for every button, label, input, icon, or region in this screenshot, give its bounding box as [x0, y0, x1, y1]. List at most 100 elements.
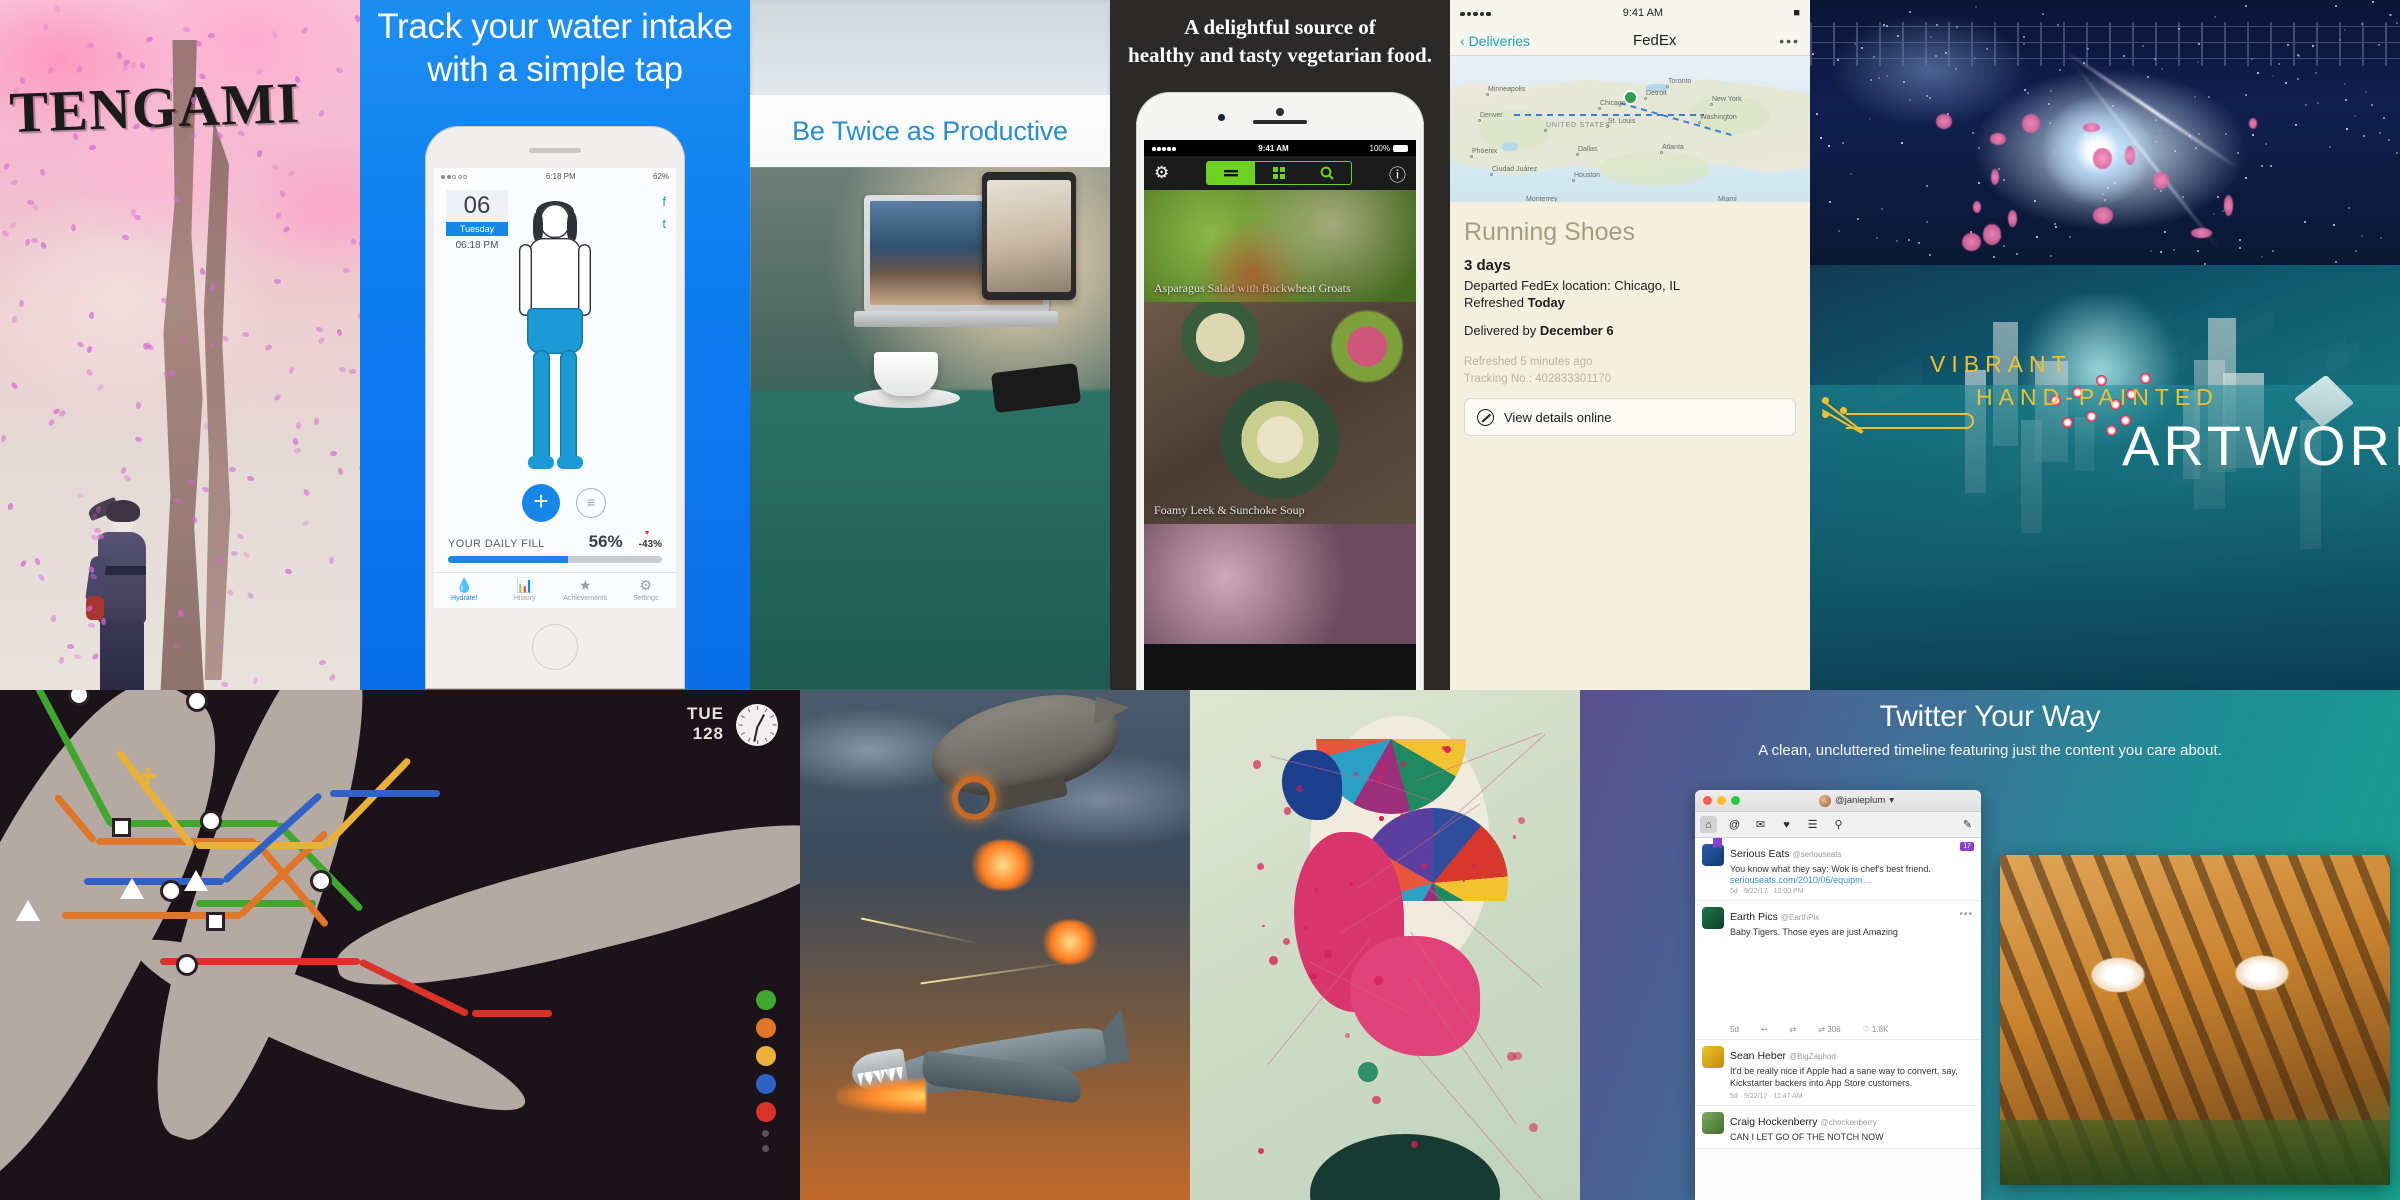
metro-station-circle[interactable] [176, 954, 198, 976]
list-view-icon[interactable] [1207, 162, 1255, 184]
recipe-card[interactable]: Foamy Leek & Sunchoke Soup [1144, 302, 1416, 524]
home-button[interactable] [532, 624, 578, 670]
figure-arm-left [519, 244, 532, 316]
grid-view-icon[interactable] [1255, 162, 1303, 184]
home-icon[interactable]: ⌂ [1700, 816, 1717, 833]
water-headline-line1: Track your water intake [360, 6, 750, 49]
lists-icon[interactable]: ☰ [1804, 816, 1821, 833]
add-water-button[interactable]: + [522, 484, 560, 522]
tablet [982, 172, 1076, 300]
metro-station-square[interactable] [112, 818, 131, 837]
panel-transistor-artwork: VIBRANT HAND-PAINTED ARTWORK [1810, 265, 2400, 690]
search-icon[interactable] [1303, 162, 1351, 184]
metro-station-tri[interactable] [184, 870, 208, 891]
metro-station-tri[interactable] [16, 900, 40, 921]
traffic-lights[interactable] [1703, 796, 1740, 805]
tab-settings[interactable]: ⚙ Settings [616, 573, 677, 608]
tab-history[interactable]: 📊 History [495, 573, 556, 608]
refresh-meta: Refreshed 5 minutes ago Tracking No.: 40… [1464, 354, 1796, 387]
app-toolbar: ⚙ ⓘ [1144, 156, 1416, 190]
clock-icon[interactable] [736, 704, 778, 746]
sensor-dot [1276, 108, 1284, 116]
line-color-swatch[interactable] [756, 1102, 776, 1122]
iphone-mockup: 9:41 AM 100% ⚙ ⓘ Asparagus Salad with Bu… [1136, 92, 1424, 690]
metro-line[interactable] [472, 1010, 552, 1017]
metro-station-square[interactable] [206, 912, 225, 931]
retweet-icon[interactable]: ⇄ [1790, 1025, 1797, 1034]
back-button[interactable]: ‹ Deliveries [1460, 33, 1530, 49]
paint-splash [1350, 936, 1480, 1056]
metro-station-tri[interactable] [120, 878, 144, 899]
unread-badge: 17 [1960, 842, 1974, 851]
vegetarian-tagline-line2: healthy and tasty vegetarian food. [1128, 42, 1432, 70]
view-details-online-button[interactable]: View details online [1464, 398, 1796, 436]
recipe-card[interactable] [1144, 524, 1416, 644]
line-slot-empty[interactable] [762, 1145, 769, 1152]
reply-icon[interactable]: ↩ [1761, 1025, 1768, 1034]
view-segmented-control[interactable] [1206, 161, 1352, 185]
metro-station-circle[interactable] [68, 690, 90, 706]
search-icon[interactable]: ⚲ [1830, 816, 1847, 833]
engine-flame [836, 1078, 926, 1114]
tweet-meta: 5d [1730, 1025, 1739, 1034]
tweet-meta: 5d · 9/22/17 · 12:00 PM [1730, 888, 1974, 895]
front-camera [1218, 114, 1225, 121]
tweet-image[interactable] [1730, 942, 1958, 1022]
metro-station-circle[interactable] [200, 810, 222, 832]
tab-achievements[interactable]: ★ Achievements [555, 573, 616, 608]
menu-button[interactable]: ≡ [576, 488, 606, 518]
delivery-map[interactable]: Minneapolis Toronto Chicago Detroit New … [1450, 56, 1810, 202]
interchange-marker [140, 768, 156, 784]
likes-icon[interactable]: ♥ [1778, 816, 1795, 833]
line-slot-empty[interactable] [762, 1130, 769, 1137]
line-color-swatch[interactable] [756, 1046, 776, 1066]
facebook-icon[interactable]: f [662, 194, 666, 209]
signal-dots-icon [1460, 7, 1493, 19]
ellipsis-icon[interactable]: ••• [1779, 33, 1800, 49]
line-color-swatch[interactable] [756, 1018, 776, 1038]
ninja-legs [100, 620, 144, 690]
figure-arm-right [578, 244, 591, 316]
tweet-link[interactable]: seriouseats.com/2010/06/equipm… [1730, 875, 1974, 885]
tweet-text: Baby Tigers. Those eyes are just Amazing [1730, 926, 1974, 938]
twitter-app-window: @janieplum ▾ ⌂ @ ✉ ♥ ☰ ⚲ ✎ 17 Serious Eats @ser… [1695, 790, 1981, 1200]
game-hud: TUE 128 [687, 704, 724, 744]
status-battery: 62% [653, 172, 669, 181]
tab-hydrate[interactable]: 💧 Hydrate! [434, 573, 495, 608]
tweet-item[interactable]: 17 Serious Eats @seriouseats You know wha… [1695, 838, 1981, 901]
app-toolbar: ⌂ @ ✉ ♥ ☰ ⚲ ✎ [1695, 812, 1981, 838]
messages-icon[interactable]: ✉ [1752, 816, 1769, 833]
metro-line[interactable] [108, 820, 278, 827]
line-color-swatch[interactable] [756, 1074, 776, 1094]
gear-icon[interactable]: ⚙ [1154, 163, 1169, 183]
map-label: Chicago [1600, 100, 1626, 107]
line-color-swatch[interactable] [756, 990, 776, 1010]
nav-title: FedEx [1633, 32, 1676, 49]
line-color-picker[interactable] [756, 990, 776, 1152]
green-accent-dot [1358, 1062, 1378, 1082]
account-selector[interactable]: @janieplum ▾ [1740, 795, 1973, 807]
more-icon[interactable]: ••• [1959, 909, 1973, 920]
tweet-feed[interactable]: 17 Serious Eats @seriouseats You know wha… [1695, 838, 1981, 1149]
avatar [1702, 1112, 1724, 1134]
app-screenshot-collage: TENGAMI Track your water intake with a s… [0, 0, 2400, 1200]
avatar [1819, 795, 1831, 807]
tweet-item[interactable]: ••• Earth Pics @EarthPix Baby Tigers. Tho… [1695, 901, 1981, 1040]
compose-icon[interactable]: ✎ [1959, 816, 1976, 833]
tweet-item[interactable]: Craig Hockenberry @chockenberry CAN I LET… [1695, 1106, 1981, 1149]
tweet-actions[interactable]: 5d ↩ ⇄ ⇄ 306 ♡ 1.8K [1702, 1022, 1974, 1034]
status-bar: 9:41 AM ■ [1450, 0, 1810, 26]
window-title-bar: @janieplum ▾ [1695, 790, 1981, 812]
tweet-item[interactable]: Sean Heber @BigZaphod It'd be really nice… [1695, 1040, 1981, 1105]
mentions-icon[interactable]: @ [1726, 816, 1743, 833]
day-name: Tuesday [446, 222, 508, 236]
transistor-line-2: HAND-PAINTED [1976, 384, 2400, 411]
info-icon[interactable]: ⓘ [1389, 161, 1406, 186]
recipe-card[interactable]: Asparagus Salad with Buckwheat Groats [1144, 190, 1416, 302]
map-label: Dallas [1578, 146, 1597, 153]
metro-line[interactable] [330, 790, 440, 797]
metro-station-circle[interactable] [160, 880, 182, 902]
metro-station-circle[interactable] [186, 690, 208, 712]
metro-station-circle[interactable] [310, 870, 332, 892]
twitter-icon[interactable]: t [662, 216, 666, 231]
